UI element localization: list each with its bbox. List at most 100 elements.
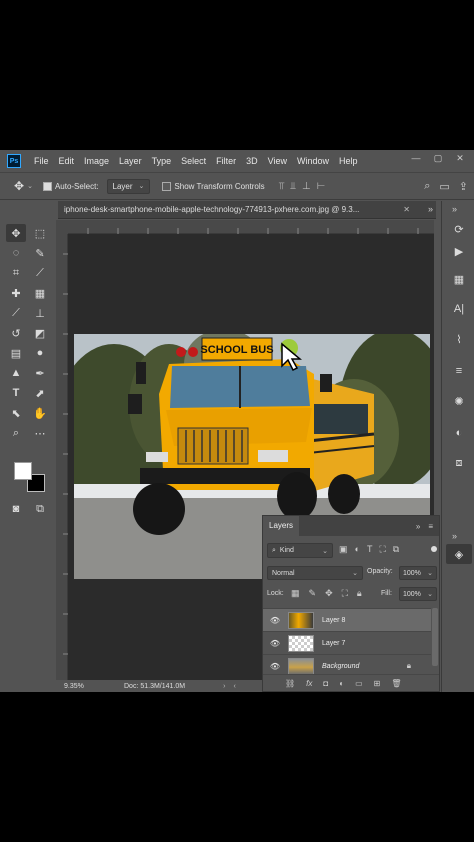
maximize-button[interactable]: ▢ xyxy=(430,153,446,164)
lock-artboard-icon[interactable]: ⛶ xyxy=(342,588,348,599)
layer-name[interactable]: Background xyxy=(322,663,359,670)
auto-select-dropdown[interactable]: Layer ⌄ xyxy=(106,178,151,194)
type-tool-icon[interactable]: T xyxy=(6,384,26,402)
menu-edit[interactable]: Edit xyxy=(54,156,80,166)
paths-panel-icon[interactable]: ⌇ xyxy=(449,329,469,349)
menu-type[interactable]: Type xyxy=(147,156,177,166)
auto-select-checkbox[interactable]: Auto-Select: xyxy=(42,181,99,191)
scroll-left-arrow-icon[interactable]: ‹ xyxy=(233,683,235,690)
layer-row-layer-8[interactable]: 👁︎ Layer 8 xyxy=(263,608,431,631)
path-select-tool-icon[interactable]: ⬈ xyxy=(30,384,50,402)
gradient-tool-icon[interactable]: ▤ xyxy=(6,344,26,362)
eraser-tool-icon[interactable]: ◩ xyxy=(30,324,50,342)
shape-filter-icon[interactable]: ⛶ xyxy=(379,544,385,555)
link-layers-icon[interactable]: ⛓ xyxy=(285,679,295,688)
character-panel-icon[interactable]: A| xyxy=(449,299,469,319)
double-chevron-icon[interactable]: » xyxy=(452,531,457,541)
actions-panel-icon[interactable]: ▶ xyxy=(449,241,469,261)
crop-tool-icon[interactable]: ⌗ xyxy=(6,264,26,282)
screen-mode-icon[interactable]: ⧉ xyxy=(30,500,50,518)
menu-window[interactable]: Window xyxy=(292,156,334,166)
panel-menu-icon[interactable]: ≡ xyxy=(428,522,433,531)
layer-name[interactable]: Layer 8 xyxy=(322,617,345,624)
blend-mode-dropdown[interactable]: Normal ⌄ xyxy=(267,566,363,580)
lock-transparent-icon[interactable]: ▦ xyxy=(291,588,300,599)
history-panel-icon[interactable]: ⟳ xyxy=(449,219,469,239)
layers-panel-icon[interactable]: ◈ xyxy=(446,544,472,564)
quick-select-tool-icon[interactable]: ✎ xyxy=(30,244,50,262)
visibility-eye-icon[interactable]: 👁︎ xyxy=(267,639,283,648)
menu-help[interactable]: Help xyxy=(334,156,363,166)
swatches-panel-icon[interactable]: ▦ xyxy=(449,269,469,289)
visibility-eye-icon[interactable]: 👁︎ xyxy=(267,616,283,625)
clone-stamp-tool-icon[interactable]: ⊥ xyxy=(30,304,50,322)
move-tool-icon[interactable]: ✥ xyxy=(14,179,24,193)
lock-paint-icon[interactable]: ✎ xyxy=(309,588,317,599)
pen-tool-icon[interactable]: ✒ xyxy=(30,364,50,382)
foreground-color-swatch[interactable] xyxy=(14,462,32,480)
close-window-button[interactable]: ✕ xyxy=(452,153,468,164)
status-menu-arrow-icon[interactable]: › xyxy=(223,683,225,690)
menu-image[interactable]: Image xyxy=(79,156,114,166)
add-mask-icon[interactable]: ◘ xyxy=(323,679,328,688)
menu-file[interactable]: File xyxy=(29,156,54,166)
direct-select-tool-icon[interactable]: ⬉ xyxy=(6,404,26,422)
styles-panel-icon[interactable]: ◐ xyxy=(449,423,469,443)
zoom-level[interactable]: 9.35% xyxy=(64,683,114,690)
filter-toggle-icon[interactable] xyxy=(431,546,437,552)
adjustment-layer-icon[interactable]: ◐ xyxy=(339,679,344,688)
marquee-tool-icon[interactable]: ⬚ xyxy=(30,224,50,242)
brush-tool-icon[interactable]: ⟋ xyxy=(6,304,26,322)
close-document-icon[interactable]: ✕ xyxy=(403,205,410,214)
hand-tool-icon[interactable]: ✋ xyxy=(30,404,50,422)
layer-name[interactable]: Layer 7 xyxy=(322,640,345,647)
align-bottom-icon[interactable]: ⊥ xyxy=(302,181,311,192)
layers-tab[interactable]: Layers xyxy=(263,516,300,536)
search-icon[interactable]: ⌕ xyxy=(424,180,430,193)
type-filter-icon[interactable]: T xyxy=(367,544,373,555)
pixel-filter-icon[interactable]: ▣ xyxy=(339,544,348,555)
new-layer-icon[interactable]: ⊞ xyxy=(374,679,381,688)
horizontal-ruler[interactable] xyxy=(68,220,434,234)
zoom-tool-icon[interactable]: ⌕ xyxy=(6,424,26,442)
tool-preset-chevron-icon[interactable]: ⌄ xyxy=(27,182,33,190)
layer-filter-dropdown[interactable]: ⌕ Kind ⌄ xyxy=(267,543,333,558)
properties-panel-icon[interactable]: ≡ xyxy=(449,361,469,381)
history-brush-tool-icon[interactable]: ↺ xyxy=(6,324,26,342)
layer-row-layer-7[interactable]: 👁︎ Layer 7 xyxy=(263,631,431,654)
align-left-icon[interactable]: ⊢ xyxy=(317,181,326,192)
quick-mask-icon[interactable]: ◙ xyxy=(6,500,26,518)
align-top-icon[interactable]: ⫪ xyxy=(279,181,285,192)
more-tools-icon[interactable]: ⋯ xyxy=(30,424,50,442)
dodge-tool-icon[interactable]: ▲ xyxy=(6,364,26,382)
menu-layer[interactable]: Layer xyxy=(114,156,147,166)
double-chevron-icon[interactable]: » xyxy=(416,522,420,531)
patch-tool-icon[interactable]: ▦ xyxy=(30,284,50,302)
lasso-tool-icon[interactable]: ◌ xyxy=(6,244,26,262)
show-transform-controls-checkbox[interactable]: Show Transform Controls xyxy=(162,181,265,191)
share-icon[interactable]: ⇪ xyxy=(459,180,468,193)
lock-position-icon[interactable]: ✥ xyxy=(325,588,333,599)
lock-all-icon[interactable]: 🔒︎ xyxy=(357,588,362,599)
menu-view[interactable]: View xyxy=(263,156,292,166)
menu-filter[interactable]: Filter xyxy=(211,156,241,166)
double-chevron-icon[interactable]: » xyxy=(452,204,457,214)
healing-brush-tool-icon[interactable]: ✚ xyxy=(6,284,26,302)
trash-icon[interactable]: 🗑︎ xyxy=(391,679,401,688)
double-chevron-icon[interactable]: » xyxy=(428,204,433,214)
eyedropper-tool-icon[interactable]: ⟋ xyxy=(30,264,50,282)
blur-tool-icon[interactable]: ● xyxy=(30,344,50,362)
align-middle-icon[interactable]: ⫫ xyxy=(290,181,296,192)
move-tool-icon[interactable]: ✥ xyxy=(6,224,26,242)
opacity-input[interactable]: 100% ⌄ xyxy=(399,566,437,580)
layers-scrollbar[interactable] xyxy=(432,608,438,666)
smart-object-filter-icon[interactable]: ⧉ xyxy=(393,544,399,555)
fill-input[interactable]: 100% ⌄ xyxy=(399,587,437,601)
fx-icon[interactable]: fx xyxy=(306,679,312,688)
menu-3d[interactable]: 3D xyxy=(241,156,263,166)
adjustment-filter-icon[interactable]: ◐ xyxy=(355,544,360,555)
visibility-eye-icon[interactable]: 👁︎ xyxy=(267,662,283,671)
document-tab[interactable]: iphone-desk-smartphone-mobile-apple-tech… xyxy=(58,201,436,219)
minimize-button[interactable]: — xyxy=(408,153,424,164)
vertical-ruler[interactable] xyxy=(56,234,68,680)
